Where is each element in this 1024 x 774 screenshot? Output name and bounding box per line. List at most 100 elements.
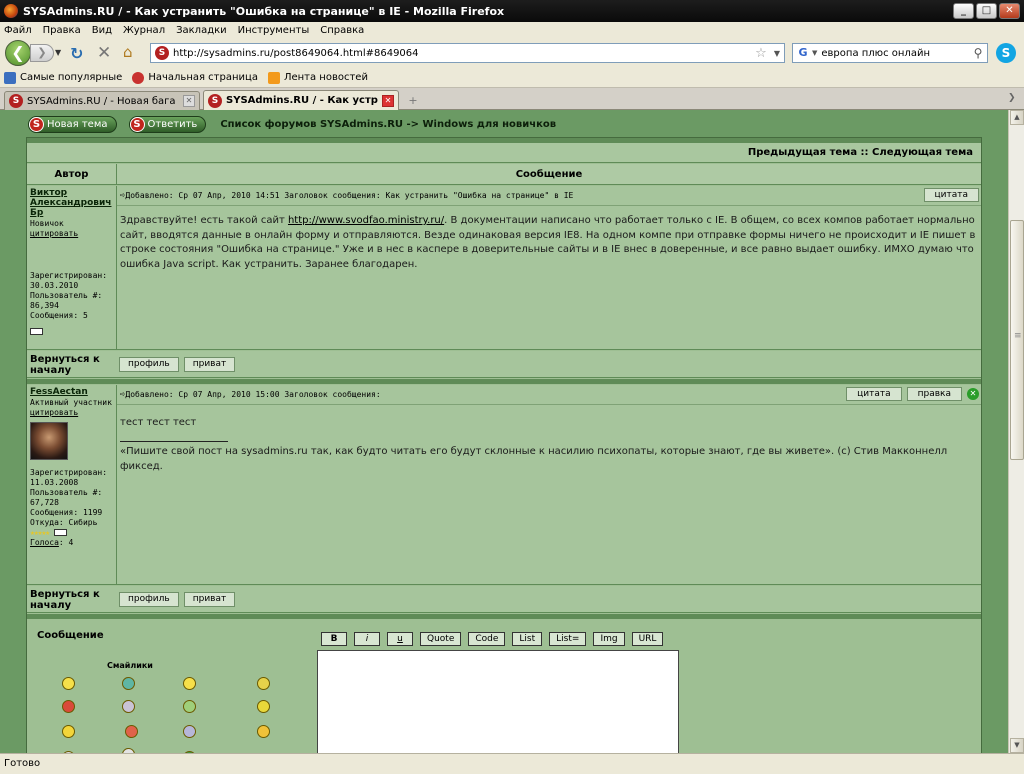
search-input[interactable]: европа плюс онлайн (821, 48, 969, 59)
scroll-up-icon[interactable]: ▲ (1010, 110, 1024, 125)
bookmark-star-icon[interactable]: ☆ (752, 46, 770, 61)
cool-icon[interactable] (183, 700, 196, 713)
post-actions: цитата правка ✕ (846, 387, 979, 401)
skype-icon[interactable]: S (996, 43, 1016, 63)
column-header-message: Сообщение (515, 169, 583, 180)
bold-button[interactable]: B (321, 632, 347, 646)
surprised-icon[interactable] (183, 725, 196, 738)
scroll-down-icon[interactable]: ▼ (1010, 738, 1024, 753)
menu-tools[interactable]: Инструменты (238, 25, 310, 36)
laugh-icon[interactable] (257, 677, 270, 690)
italic-button[interactable]: i (354, 632, 380, 646)
menu-edit[interactable]: Правка (43, 25, 81, 36)
search-icon[interactable]: ⚲ (969, 46, 987, 60)
post-divider (117, 404, 981, 405)
menu-history[interactable]: Журнал (123, 25, 165, 36)
post-link[interactable]: http://www.svodfao.ministry.ru/ (288, 215, 444, 226)
angry-icon[interactable] (62, 700, 75, 713)
kiss-icon[interactable] (125, 725, 138, 738)
image-button[interactable]: Img (593, 632, 625, 646)
tab-new-bug[interactable]: S SYSAdmins.RU / - Новая бага форума? ✕ (4, 91, 200, 110)
bookmark-label: Лента новостей (283, 72, 368, 83)
grin-icon[interactable] (122, 677, 135, 690)
reload-icon[interactable]: ↻ (70, 44, 83, 63)
google-icon[interactable]: G (796, 46, 810, 60)
url-dropdown-icon[interactable]: ▼ (770, 49, 784, 58)
confused-icon[interactable] (122, 700, 135, 713)
tab-scroll-icon[interactable]: ❯ (1008, 93, 1016, 103)
author-name[interactable]: FessAectan (30, 387, 113, 397)
close-button[interactable]: ✕ (999, 3, 1020, 19)
minimize-button[interactable]: _ (953, 3, 974, 19)
forward-button[interactable]: ❯ (30, 44, 54, 62)
new-topic-button[interactable]: S Новая тема (28, 115, 117, 133)
gender-icon (30, 328, 43, 335)
profile-button[interactable]: профиль (119, 357, 179, 372)
quote-button[interactable]: цитата (846, 387, 902, 401)
bookmark-most-popular[interactable]: Самые популярные (4, 71, 122, 84)
page-scrollbar[interactable]: ▲ ▼ (1008, 110, 1024, 753)
rss-icon (267, 71, 280, 84)
quote-format-button[interactable]: Quote (420, 632, 462, 646)
post-meta: Добавлено: Ср 07 Апр, 2010 14:51 Заголов… (125, 191, 574, 200)
post-row: Виктор Александрович Бр Новичок цитирова… (27, 186, 981, 350)
happy-icon[interactable] (183, 677, 196, 690)
home-icon[interactable]: ⌂ (123, 43, 133, 61)
pm-button[interactable]: приват (183, 592, 236, 607)
scrollbar-thumb[interactable] (1010, 220, 1024, 460)
search-engine-dropdown-icon[interactable]: ▼ (812, 49, 817, 57)
menu-view[interactable]: Вид (92, 25, 112, 36)
quote-author-link[interactable]: цитировать (30, 229, 113, 239)
bookmark-news-feed[interactable]: Лента новостей (267, 71, 368, 84)
new-tab-icon[interactable]: + (402, 93, 424, 109)
code-button[interactable]: Code (468, 632, 506, 646)
tab-close-icon[interactable]: ✕ (183, 95, 195, 107)
sunglasses-icon[interactable] (257, 725, 270, 738)
tab-current-topic[interactable]: S SYSAdmins.RU / - Как устранить... ✕ (203, 90, 399, 110)
menu-bookmarks[interactable]: Закладки (176, 25, 227, 36)
author-message-count: Сообщения: 5 (30, 311, 88, 320)
quote-author-link[interactable]: цитировать (30, 408, 113, 418)
reply-textarea[interactable] (317, 650, 679, 753)
menu-file[interactable]: Файл (4, 25, 32, 36)
ordered-list-button[interactable]: List= (549, 632, 587, 646)
author-actions: профиль приват (119, 592, 236, 607)
history-dropdown-icon[interactable]: ▼ (55, 48, 61, 57)
back-to-top-link[interactable]: Вернуться к началу (30, 589, 116, 611)
stop-icon[interactable]: ✕ (97, 43, 111, 63)
tab-close-icon[interactable]: ✕ (382, 94, 394, 107)
delete-icon[interactable]: ✕ (967, 388, 979, 400)
forum-top-nav: S Новая тема S Ответить Список форумов S… (28, 115, 556, 133)
smile-icon[interactable] (62, 677, 75, 690)
post-message: ➪Добавлено: Ср 07 Апр, 2010 14:51 Заголо… (117, 186, 981, 349)
back-arrow-icon: ❮ (11, 43, 25, 62)
post-meta: Добавлено: Ср 07 Апр, 2010 15:00 Заголов… (125, 390, 381, 399)
url-input[interactable]: http://sysadmins.ru/post8649064.html#864… (173, 48, 752, 59)
reply-button[interactable]: S Ответить (128, 115, 207, 133)
back-to-top-link[interactable]: Вернуться к началу (30, 354, 116, 376)
breadcrumb[interactable]: Список форумов SYSAdmins.RU -> Windows д… (220, 119, 556, 130)
search-bar[interactable]: G ▼ европа плюс онлайн ⚲ (792, 43, 988, 63)
prev-next-topic-links[interactable]: Предыдущая тема :: Следующая тема (27, 143, 981, 163)
wink-icon[interactable] (62, 725, 75, 738)
author-name[interactable]: Виктор Александрович Бр (30, 188, 113, 218)
chick-icon[interactable] (257, 700, 270, 713)
votes-link[interactable]: Голоса (30, 538, 59, 547)
votes-count: : 4 (58, 538, 74, 547)
post-header: ➪Добавлено: Ср 07 Апр, 2010 14:51 Заголо… (120, 191, 573, 201)
avatar (30, 422, 68, 460)
bookmarks-toolbar: Самые популярные Начальная страница Лент… (0, 68, 1024, 88)
edit-button[interactable]: правка (906, 387, 962, 401)
address-bar[interactable]: S http://sysadmins.ru/post8649064.html#8… (150, 43, 785, 63)
menu-help[interactable]: Справка (320, 25, 364, 36)
back-button[interactable]: ❮ (5, 40, 31, 66)
url-button[interactable]: URL (631, 632, 664, 646)
quote-button[interactable]: цитата (923, 188, 979, 202)
bookmark-start-page[interactable]: Начальная страница (132, 71, 258, 84)
pm-button[interactable]: приват (183, 357, 236, 372)
author-rank: Активный участник (30, 398, 112, 407)
underline-button[interactable]: u (387, 632, 413, 646)
profile-button[interactable]: профиль (119, 592, 179, 607)
maximize-button[interactable]: □ (976, 3, 997, 19)
list-button[interactable]: List (512, 632, 543, 646)
